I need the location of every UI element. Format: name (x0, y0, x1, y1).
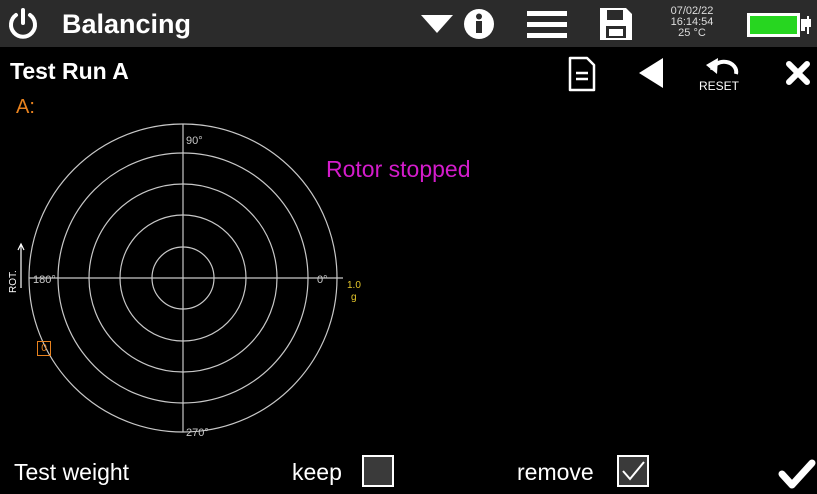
app-title: Balancing (62, 9, 192, 39)
angle-0-label: 0° (317, 274, 328, 286)
scale-value: 1.0 g (347, 280, 361, 304)
test-weight-label: Test weight (14, 459, 130, 485)
close-icon[interactable] (785, 60, 811, 86)
battery-icon (747, 13, 811, 37)
keep-checkbox[interactable] (362, 455, 394, 487)
document-icon[interactable] (567, 56, 597, 92)
back-arrow-icon[interactable] (638, 57, 664, 89)
scale-value-number: 1.0 (347, 280, 361, 291)
zero-marker[interactable]: 0 (37, 341, 51, 356)
polar-plot: 90° 180° 0° 270° (17, 123, 343, 439)
keep-label: keep (292, 459, 342, 485)
remove-label: remove (517, 459, 594, 485)
dropdown-arrow-icon[interactable] (420, 14, 454, 34)
menu-icon[interactable] (527, 10, 567, 40)
info-icon[interactable] (463, 8, 495, 40)
title-bar: Balancing 07/02/22 16:14:54 25 °C (0, 0, 817, 47)
reset-label: RESET (699, 79, 740, 93)
confirm-check-icon[interactable] (778, 459, 816, 489)
remove-checkbox[interactable] (617, 455, 649, 487)
angle-180-label: 180° (33, 274, 56, 286)
checkmark-icon (622, 461, 645, 481)
angle-90-label: 90° (186, 135, 203, 147)
temperature-text: 25 °C (678, 27, 706, 39)
reset-icon[interactable] (704, 56, 740, 80)
angle-270-label: 270° (186, 427, 209, 439)
datetime: 07/02/22 16:14:54 25 °C (662, 6, 722, 39)
rotation-label: ROT. (8, 270, 19, 293)
power-icon[interactable] (6, 7, 40, 41)
page-title: Test Run A (10, 58, 129, 84)
channel-label: A: (16, 96, 35, 118)
scale-value-unit: g (351, 292, 357, 303)
save-icon[interactable] (598, 6, 634, 42)
